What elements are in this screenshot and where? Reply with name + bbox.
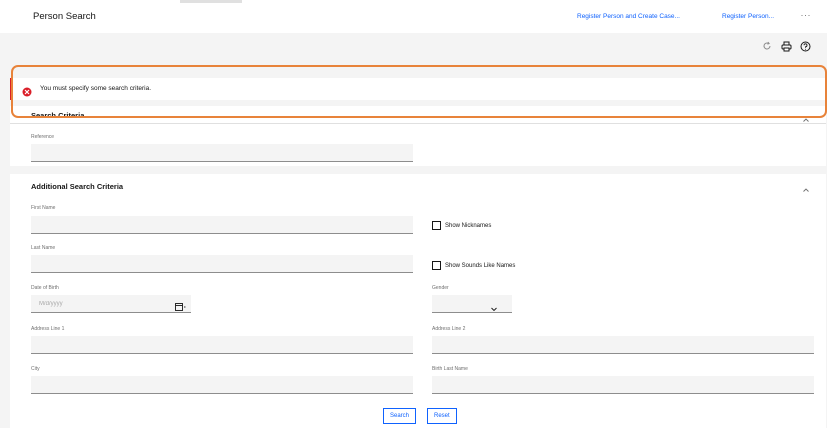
show-nicknames-checkbox-row[interactable]: Show Nicknames bbox=[432, 221, 491, 230]
show-nicknames-checkbox[interactable] bbox=[432, 221, 441, 230]
additional-criteria-title: Additional Search Criteria bbox=[31, 182, 124, 191]
page-header: Person Search Register Person and Create… bbox=[0, 0, 827, 33]
gender-label: Gender bbox=[432, 285, 449, 291]
reference-label: Reference bbox=[31, 134, 55, 140]
birth-last-name-label: Birth Last Name bbox=[432, 366, 468, 372]
register-person-link[interactable]: Register Person... bbox=[722, 13, 774, 20]
show-nicknames-label: Show Nicknames bbox=[445, 222, 492, 229]
dob-label: Date of Birth bbox=[31, 285, 59, 291]
refresh-icon[interactable] bbox=[761, 40, 773, 52]
search-criteria-body: Reference bbox=[10, 124, 826, 166]
address-line-1-input[interactable] bbox=[31, 336, 413, 354]
address-line-1-label: Address Line 1 bbox=[31, 326, 65, 332]
print-icon[interactable] bbox=[780, 40, 792, 52]
address-line-2-input[interactable] bbox=[432, 336, 814, 354]
last-name-input[interactable] bbox=[31, 255, 413, 273]
search-criteria-header[interactable]: Search Criteria bbox=[10, 106, 826, 124]
dob-field bbox=[31, 295, 191, 313]
chevron-up-icon[interactable] bbox=[802, 181, 812, 192]
calendar-icon[interactable] bbox=[175, 299, 187, 311]
error-message: You must specify some search criteria. bbox=[40, 85, 152, 92]
error-icon bbox=[22, 84, 32, 97]
birth-last-name-input[interactable] bbox=[432, 376, 814, 394]
first-name-input[interactable] bbox=[31, 216, 413, 234]
show-sounds-like-label: Show Sounds Like Names bbox=[445, 262, 516, 269]
chevron-up-icon[interactable] bbox=[802, 111, 812, 122]
last-name-label: Last Name bbox=[31, 245, 56, 251]
more-icon[interactable]: ··· bbox=[801, 10, 812, 20]
show-sounds-like-checkbox-row[interactable]: Show Sounds Like Names bbox=[432, 261, 515, 270]
help-icon[interactable] bbox=[799, 40, 811, 52]
first-name-label: First Name bbox=[31, 205, 56, 211]
page-title: Person Search bbox=[33, 11, 96, 22]
tab-indicator bbox=[180, 0, 242, 3]
city-label: City bbox=[31, 366, 40, 372]
additional-criteria-header[interactable]: Additional Search Criteria bbox=[10, 174, 826, 196]
chevron-down-icon bbox=[490, 300, 498, 312]
dob-input[interactable] bbox=[31, 295, 191, 313]
city-input[interactable] bbox=[31, 376, 413, 394]
search-criteria-title: Search Criteria bbox=[31, 111, 85, 120]
address-line-2-label: Address Line 2 bbox=[432, 326, 466, 332]
error-notification: You must specify some search criteria. bbox=[10, 78, 826, 100]
reset-button[interactable]: Reset bbox=[427, 408, 457, 424]
search-button[interactable]: Search bbox=[383, 408, 417, 424]
show-sounds-like-checkbox[interactable] bbox=[432, 261, 441, 270]
gender-select[interactable] bbox=[432, 295, 512, 313]
additional-criteria-body: First Name Show Nicknames Last Name Show… bbox=[10, 196, 826, 428]
register-person-create-case-link[interactable]: Register Person and Create Case... bbox=[577, 13, 680, 20]
reference-input[interactable] bbox=[31, 144, 413, 162]
page-toolbar bbox=[761, 40, 811, 52]
